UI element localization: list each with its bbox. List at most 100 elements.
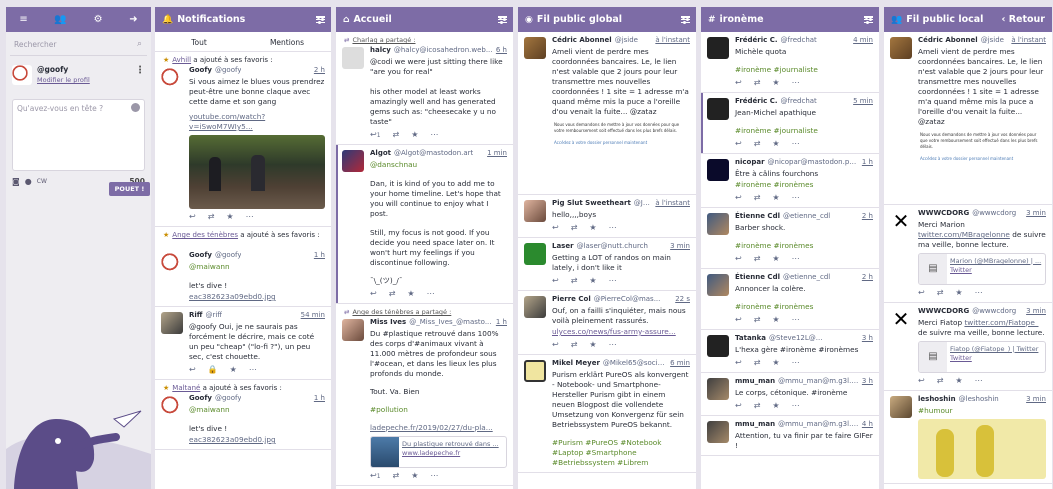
column-header[interactable]: 👥 Fil public local ‹ Retour xyxy=(884,7,1052,32)
reply-icon[interactable]: ↩ xyxy=(735,315,742,325)
display-name[interactable]: Cédric Abonnel xyxy=(918,35,978,46)
status-item[interactable]: Frédéric C. @fredchat 5 min Jean-Michel apa… xyxy=(701,93,879,154)
boost-icon[interactable]: ⇄ xyxy=(208,212,215,222)
favourite-icon[interactable]: ★ xyxy=(772,78,779,88)
display-name[interactable]: Frédéric C. xyxy=(735,35,778,46)
hashtags[interactable]: #ironème #journaliste xyxy=(735,65,873,75)
display-name[interactable]: Étienne Cdl xyxy=(735,272,780,283)
attachment-link[interactable]: eac382623a09ebd0.jpg xyxy=(189,435,325,445)
hashtags[interactable]: #ironème #ironèmes xyxy=(735,241,873,251)
reply-icon[interactable]: ↩ xyxy=(735,358,742,368)
timestamp[interactable]: 3 min xyxy=(667,241,690,252)
tab-all[interactable]: Tout xyxy=(155,32,243,51)
notif-user[interactable]: Maltané xyxy=(172,384,200,392)
status-link[interactable]: twitter.com/MBragelonne xyxy=(918,230,1010,239)
favourite-icon[interactable]: ★ xyxy=(772,139,779,149)
favourite-icon[interactable]: ★ xyxy=(411,471,418,481)
reply-icon[interactable]: ↩ xyxy=(735,401,742,411)
avatar[interactable] xyxy=(161,312,183,334)
status-link[interactable]: ladepeche.fr/2019/02/27/du-pla... xyxy=(370,423,507,433)
avatar[interactable] xyxy=(342,319,364,341)
reply-icon[interactable]: ↩ xyxy=(735,254,742,264)
avatar[interactable]: ✕ xyxy=(890,210,912,232)
boost-icon[interactable]: ⇄ xyxy=(937,288,944,298)
column-header[interactable]: ⌂ Accueil xyxy=(336,7,513,32)
status-item[interactable]: nicopar@nicopar@mastodon.papey.fr1 h Être… xyxy=(701,154,879,208)
avatar[interactable] xyxy=(12,65,32,85)
mention[interactable]: @maiwann xyxy=(189,262,325,272)
reply-icon[interactable]: ↩ xyxy=(370,289,377,299)
status-item[interactable]: ✕ WWWCDORG @wwwcdorg 3 min Merci Marion tw… xyxy=(884,205,1052,303)
timestamp[interactable]: 6 h xyxy=(493,45,507,56)
status-item[interactable]: ⇄ Charlag a partagé : halcy @halcy@icosahe… xyxy=(336,32,513,145)
notification-item[interactable]: ★ Avhill a ajouté à ses favoris : Goofy @g… xyxy=(155,52,331,227)
status-item[interactable]: ✕ WWWCDORG @wwwcdorg 3 min Merci Fiatop tw… xyxy=(884,303,1052,391)
menu-icon[interactable]: ≡ xyxy=(19,14,27,25)
timestamp[interactable]: 54 min xyxy=(298,310,325,321)
reply-icon[interactable]: ↩ xyxy=(552,223,559,233)
timestamp[interactable]: 5 min xyxy=(850,96,873,107)
more-icon[interactable]: ⋯ xyxy=(427,289,435,299)
compose-textarea[interactable]: Qu'avez-vous en tête ? xyxy=(12,99,145,171)
favourite-icon[interactable]: ★ xyxy=(589,276,596,286)
boost-icon[interactable]: ⇄ xyxy=(393,130,400,140)
cw-button[interactable]: CW xyxy=(37,178,47,185)
mention[interactable]: @maiwann xyxy=(189,405,325,415)
status-item[interactable]: Étienne Cdl @etienne_cdl 2 h Barber shock. #… xyxy=(701,208,879,269)
display-name[interactable]: Algot xyxy=(370,148,391,159)
reply-icon[interactable]: ↩ xyxy=(735,139,742,149)
reply-icon[interactable]: ↩ xyxy=(552,340,559,350)
display-name[interactable]: nicopar xyxy=(735,157,765,168)
display-name[interactable]: Cédric Abonnel xyxy=(552,35,612,46)
timestamp[interactable]: 2 h xyxy=(859,272,873,283)
reply-icon[interactable]: ↩ xyxy=(918,288,925,298)
display-name[interactable]: Étienne Cdl xyxy=(735,211,780,222)
column-header[interactable]: ◉ Fil public global xyxy=(518,7,696,32)
avatar[interactable] xyxy=(524,37,546,59)
timestamp[interactable]: à l'instant xyxy=(1008,35,1046,46)
back-button[interactable]: ‹ Retour xyxy=(1001,14,1045,25)
avatar[interactable] xyxy=(524,296,546,318)
more-icon[interactable]: ⋯ xyxy=(792,139,800,149)
status-item[interactable]: mmu_man @mmu_man@m.g3l.org 3 h Le corps, cé… xyxy=(701,373,879,416)
boost-line[interactable]: Ange des ténèbres a partagé : xyxy=(352,308,451,316)
timestamp[interactable]: 3 h xyxy=(859,376,873,387)
timestamp[interactable]: 1 h xyxy=(493,317,507,328)
display-name[interactable]: Tatanka xyxy=(735,333,766,344)
more-icon[interactable]: ⋯ xyxy=(430,471,438,481)
timestamp[interactable]: 3 h xyxy=(859,333,873,344)
hashtag[interactable]: #humour xyxy=(918,406,1046,416)
more-icon[interactable]: ⋯ xyxy=(792,254,800,264)
settings-icon[interactable] xyxy=(681,15,690,25)
boost-icon[interactable]: ⇄ xyxy=(754,139,761,149)
reply-icon[interactable]: ↩ xyxy=(552,276,559,286)
more-icon[interactable]: ⋯ xyxy=(609,276,617,286)
more-icon[interactable]: ⋯ xyxy=(975,376,983,386)
gear-icon[interactable]: ⚙ xyxy=(94,14,103,25)
link-card[interactable]: ▤ Marion (@MBragelonne) | ... Twitter xyxy=(918,253,1046,285)
timestamp[interactable]: 6 min xyxy=(667,358,690,369)
display-name[interactable]: Pig Slut Sweetheart xyxy=(552,198,631,209)
status-item[interactable]: Cédric Abonnel @jside à l'instant Ameli vi… xyxy=(884,32,1052,205)
link-card[interactable]: Du plastique retrouvé dans ... www.ladepe… xyxy=(370,436,507,468)
settings-icon[interactable] xyxy=(498,15,507,25)
avatar[interactable] xyxy=(890,396,912,418)
display-name[interactable]: WWWCDORG xyxy=(918,208,969,219)
favourite-icon[interactable]: ★ xyxy=(772,401,779,411)
status-item[interactable]: ⇄ Ange des ténèbres a partagé : Miss Ives… xyxy=(336,304,513,486)
favourite-icon[interactable]: ★ xyxy=(772,254,779,264)
timestamp[interactable]: 1 h xyxy=(859,157,873,168)
avatar[interactable] xyxy=(161,253,183,275)
avatar[interactable]: ✕ xyxy=(890,308,912,330)
notification-item[interactable]: ★ Ange des ténèbres a ajouté à ses favori… xyxy=(155,227,331,307)
timestamp[interactable]: 2 h xyxy=(859,211,873,222)
camera-icon[interactable]: ◙ xyxy=(12,177,20,186)
favourite-icon[interactable]: ★ xyxy=(772,193,779,203)
boost-icon[interactable]: ⇄ xyxy=(754,358,761,368)
edit-profile-link[interactable]: Modifier le profil xyxy=(37,76,90,84)
display-name[interactable]: Mikel Meyer xyxy=(552,358,600,369)
status-item[interactable]: Laser @laser@nutt.church 3 min Getting a L… xyxy=(518,238,696,291)
avatar[interactable] xyxy=(524,200,546,222)
reply-icon[interactable]: ↩ xyxy=(189,212,196,222)
avatar[interactable] xyxy=(342,47,364,69)
